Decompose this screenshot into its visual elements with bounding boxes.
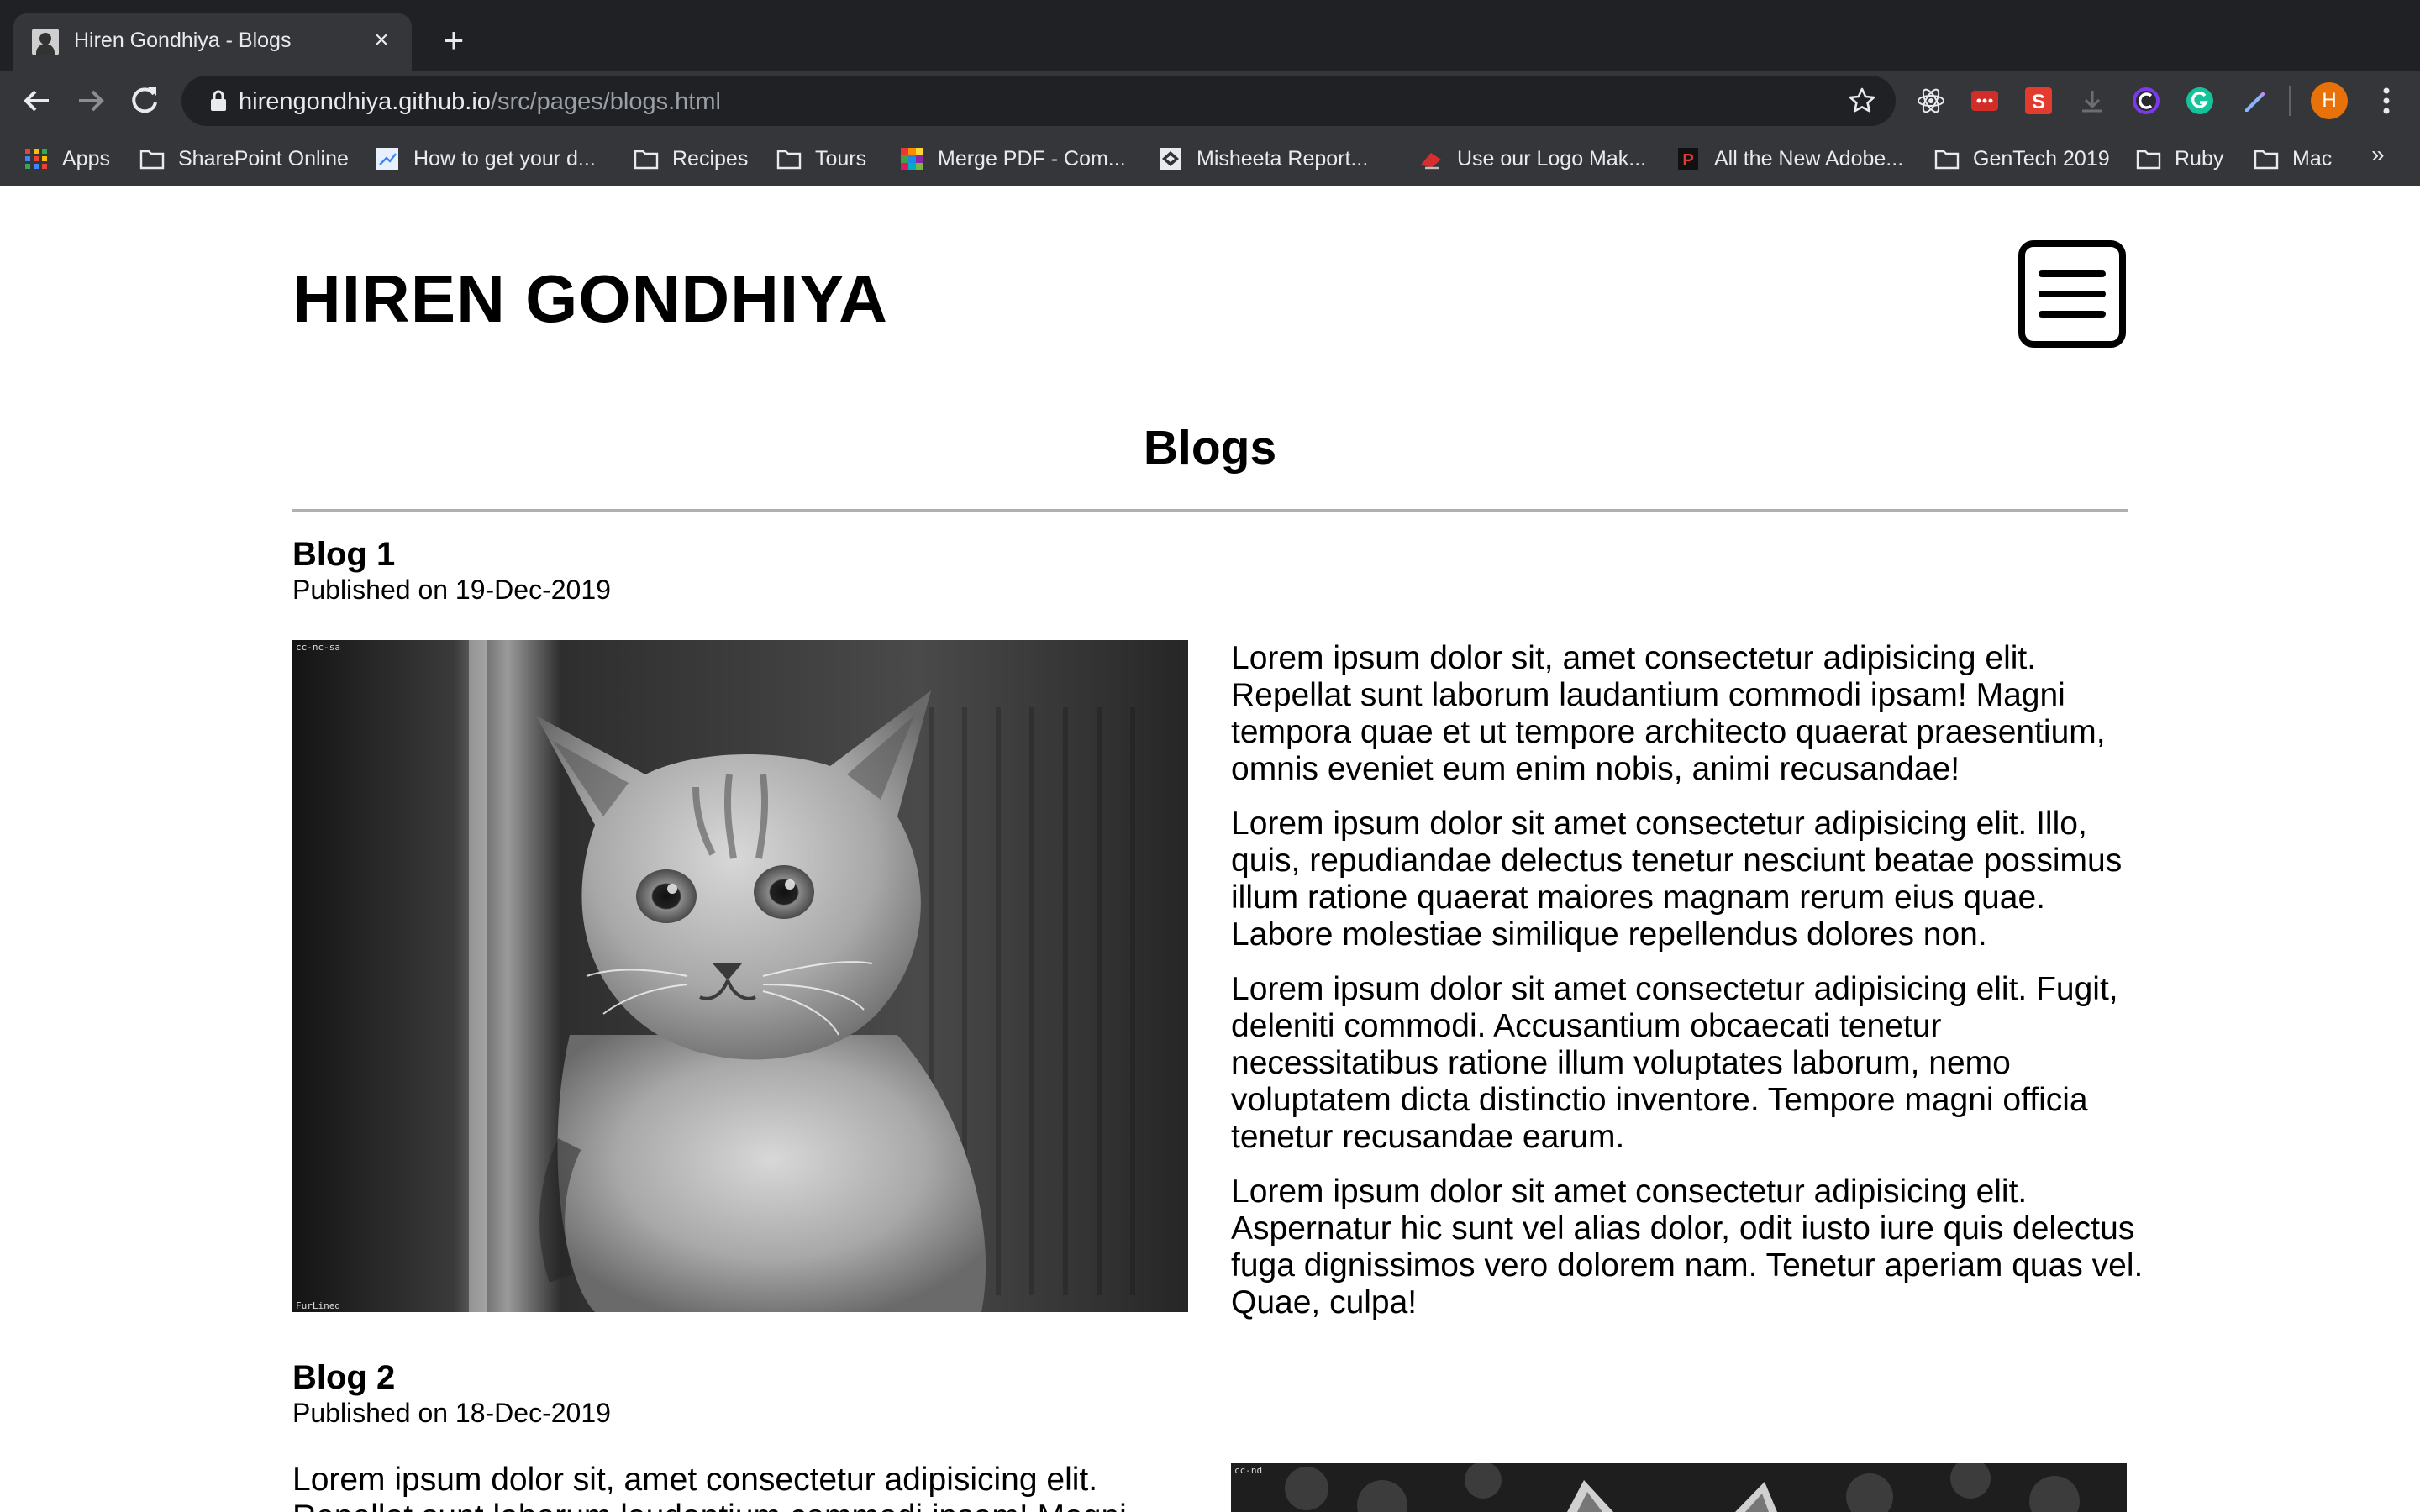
- site-title[interactable]: HIREN GONDHIYA: [292, 260, 888, 338]
- blog-paragraph: Lorem ipsum dolor sit, amet consectetur …: [1231, 640, 2106, 787]
- colorful-favicon-icon: [901, 148, 923, 170]
- bookmark-recipes[interactable]: Recipes: [634, 143, 748, 175]
- browser-toolbar: hirengondhiya.github.io/src/pages/blogs.…: [0, 71, 2420, 131]
- c-extension-icon[interactable]: [2131, 86, 2161, 116]
- misheeta-favicon-icon: [1160, 148, 1181, 170]
- download-icon[interactable]: [2077, 86, 2107, 116]
- bookmark-adobe[interactable]: P All the New Adobe...: [1676, 143, 1903, 175]
- toolbar-separator: [2289, 86, 2291, 116]
- bookmark-label: All the New Adobe...: [1714, 146, 1904, 171]
- grammarly-icon[interactable]: [2185, 86, 2215, 116]
- hamburger-menu-icon[interactable]: [2018, 240, 2126, 348]
- heading-divider: [292, 509, 2128, 512]
- blog-image: cc-nd: [1231, 1463, 2127, 1512]
- bookmark-apps[interactable]: Apps: [24, 143, 110, 175]
- bookmark-sharepoint[interactable]: SharePoint Online: [139, 143, 349, 175]
- profile-avatar[interactable]: H: [2311, 82, 2348, 119]
- page-heading: Blogs: [1143, 421, 1277, 475]
- blog-date: Published on 19-Dec-2019: [292, 575, 611, 605]
- logo-maker-favicon-icon: [1421, 153, 1441, 170]
- s-extension-icon[interactable]: S: [2023, 86, 2054, 116]
- reload-icon[interactable]: [126, 82, 163, 119]
- url-host: hirengondhiya.github.io: [239, 88, 491, 115]
- folder-icon: [2136, 150, 2161, 170]
- back-arrow-icon[interactable]: [18, 82, 55, 119]
- bookmark-label: Apps: [62, 146, 110, 171]
- blog-paragraph: Lorem ipsum dolor sit amet consectetur a…: [1231, 971, 2118, 1155]
- cat-photo: [1231, 1463, 2127, 1512]
- lastpass-icon[interactable]: [1970, 86, 2000, 116]
- bookmarks-overflow-button[interactable]: »: [2371, 141, 2385, 168]
- web-page: HIREN GONDHIYA Blogs Blog 1 Published on…: [0, 186, 2420, 1512]
- image-license-tag: cc-nc-sa: [296, 642, 340, 653]
- bookmark-label: Tours: [815, 146, 867, 171]
- apps-grid-icon: [25, 149, 47, 169]
- bookmark-label: Mac: [2292, 146, 2333, 171]
- bookmark-logo-maker[interactable]: Use our Logo Mak...: [1418, 143, 1646, 175]
- folder-icon: [2254, 150, 2279, 170]
- image-license-tag: cc-nd: [1234, 1465, 1263, 1476]
- bookmark-misheeta[interactable]: Misheeta Report...: [1158, 143, 1368, 175]
- blog-image: cc-nc-sa FurLined: [292, 640, 1188, 1312]
- bookmark-gentech[interactable]: GenTech 2019: [1934, 143, 2110, 175]
- svg-text:S: S: [2032, 91, 2045, 113]
- url-text: hirengondhiya.github.io/src/pages/blogs.…: [239, 88, 721, 116]
- tab-close-icon[interactable]: ×: [365, 24, 398, 57]
- folder-icon: [776, 150, 802, 170]
- bookmark-how-to[interactable]: How to get your d...: [375, 143, 596, 175]
- blog-paragraph: Lorem ipsum dolor sit, amet consectetur …: [292, 1462, 1127, 1512]
- tab-strip: Hiren Gondhiya - Blogs × +: [0, 0, 2420, 71]
- blog-date: Published on 18-Dec-2019: [292, 1398, 611, 1428]
- p-favicon-icon: P: [1678, 148, 1698, 170]
- blog-body: Lorem ipsum dolor sit, amet consectetur …: [1231, 640, 2147, 1339]
- url-path: /src/pages/blogs.html: [490, 88, 721, 115]
- browser-menu-icon[interactable]: [2370, 82, 2403, 119]
- blog-paragraph: Lorem ipsum dolor sit amet consectetur a…: [1231, 1173, 2144, 1320]
- bookmark-mac[interactable]: Mac: [2254, 143, 2332, 175]
- bookmarks-bar: Apps SharePoint Online How to get your d…: [0, 131, 2420, 186]
- bookmark-ruby[interactable]: Ruby: [2136, 143, 2223, 175]
- bookmark-label: Ruby: [2175, 146, 2224, 171]
- bookmark-star-icon[interactable]: [1847, 86, 1877, 116]
- lock-icon: [211, 90, 226, 111]
- folder-icon: [139, 150, 165, 170]
- blog-body: Lorem ipsum dolor sit, amet consectetur …: [292, 1462, 1188, 1512]
- forward-arrow-icon[interactable]: [72, 82, 109, 119]
- react-devtools-icon[interactable]: [1916, 86, 1946, 116]
- bookmark-tours[interactable]: Tours: [776, 143, 866, 175]
- bookmark-label: How to get your d...: [413, 146, 596, 171]
- bookmark-label: Use our Logo Mak...: [1457, 146, 1647, 171]
- svg-text:P: P: [1682, 151, 1693, 170]
- pen-extension-icon[interactable]: [2238, 86, 2269, 116]
- folder-icon: [1934, 150, 1960, 170]
- active-tab[interactable]: Hiren Gondhiya - Blogs ×: [13, 13, 412, 71]
- bookmark-label: Misheeta Report...: [1197, 146, 1369, 171]
- browser-chrome: Hiren Gondhiya - Blogs × + hirengondhiya…: [0, 0, 2420, 186]
- blog-title: Blog 2: [292, 1359, 396, 1396]
- image-credit-tag: FurLined: [296, 1300, 340, 1311]
- folder-icon: [634, 150, 659, 170]
- bookmark-label: Merge PDF - Com...: [938, 146, 1126, 171]
- cat-photo: [292, 640, 1188, 1312]
- address-bar[interactable]: hirengondhiya.github.io/src/pages/blogs.…: [182, 76, 1896, 126]
- blog-paragraph: Lorem ipsum dolor sit amet consectetur a…: [1231, 806, 2123, 953]
- page-favicon-icon: [376, 148, 398, 170]
- blog-title: Blog 1: [292, 536, 396, 573]
- bookmark-label: SharePoint Online: [178, 146, 349, 171]
- bookmark-label: GenTech 2019: [1973, 146, 2110, 171]
- new-tab-button[interactable]: +: [435, 22, 472, 59]
- tab-favicon-icon: [32, 29, 59, 55]
- bookmark-merge-pdf[interactable]: Merge PDF - Com...: [899, 143, 1126, 175]
- tab-title: Hiren Gondhiya - Blogs: [74, 29, 292, 52]
- bookmark-label: Recipes: [672, 146, 749, 171]
